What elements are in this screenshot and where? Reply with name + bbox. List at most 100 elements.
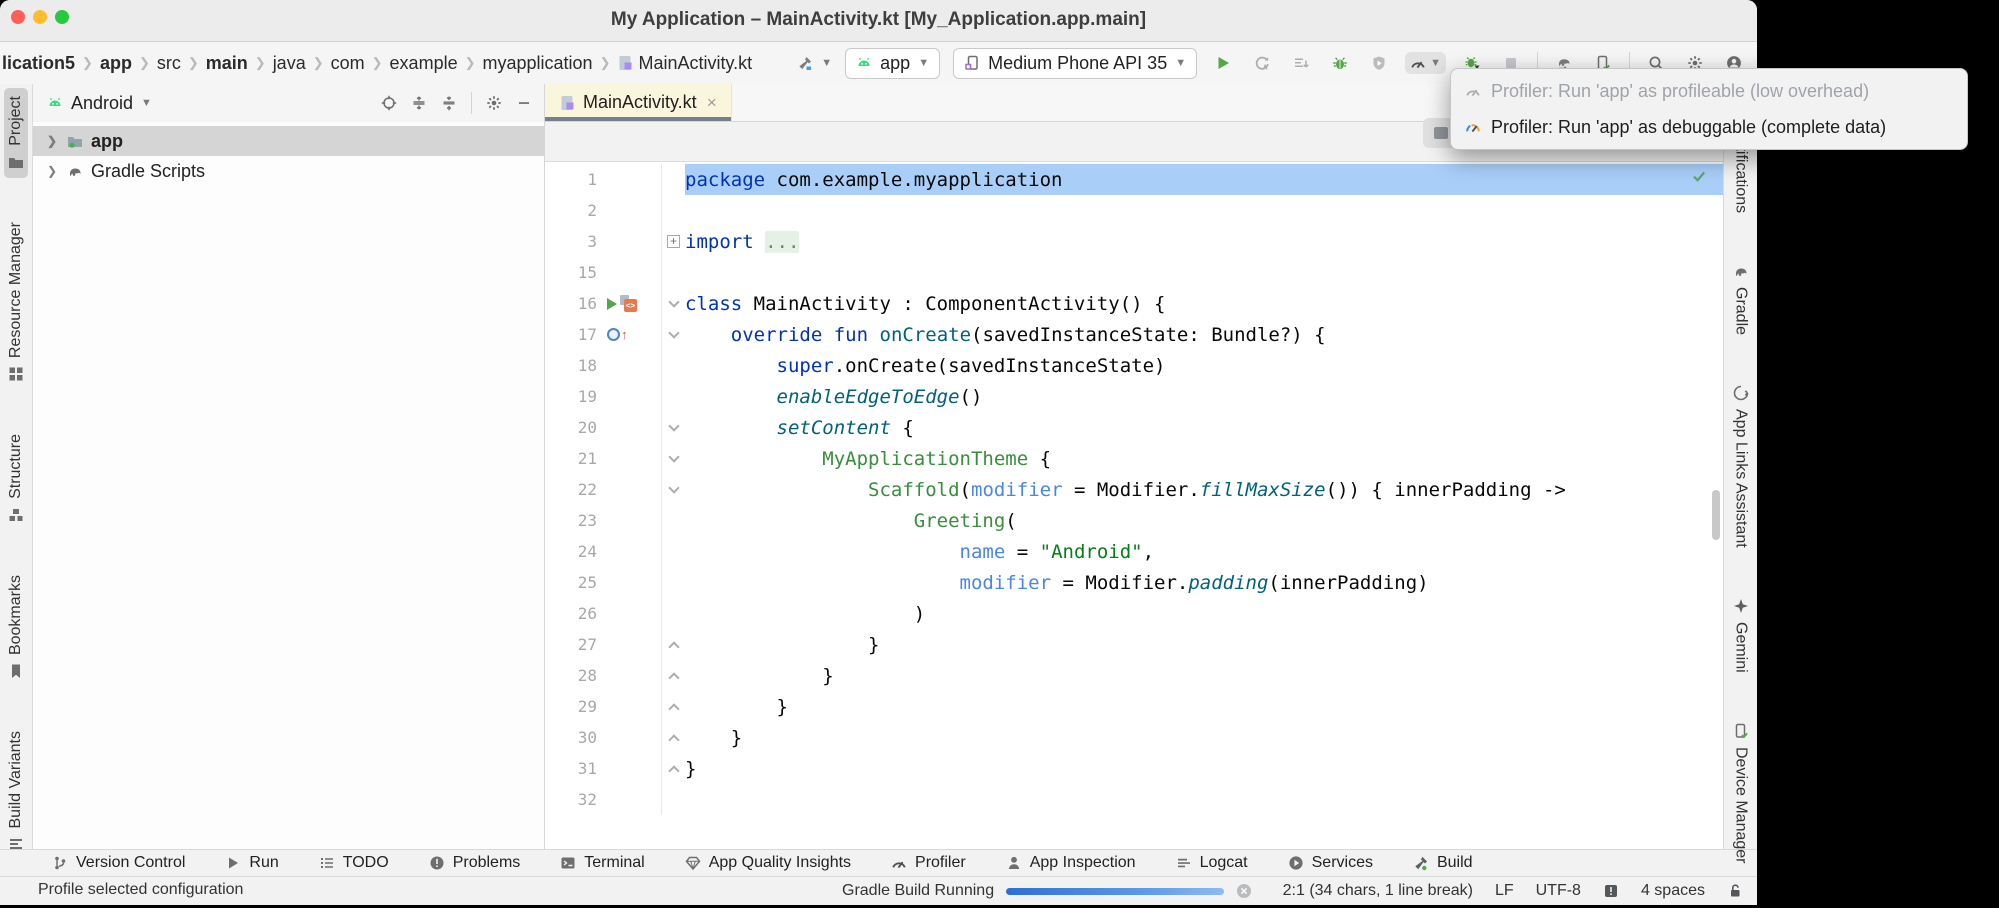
fold-marker-icon[interactable] <box>668 734 679 745</box>
apply-code-changes-button[interactable] <box>1288 50 1314 76</box>
breadcrumb-item-com[interactable]: com <box>331 53 365 74</box>
tool-window-button-logcat[interactable]: Logcat <box>1176 854 1248 872</box>
breadcrumb-item-lication5[interactable]: lication5 <box>2 53 75 74</box>
device-select[interactable]: Medium Phone API 35 ▼ <box>953 48 1197 79</box>
fold-marker-icon[interactable] <box>668 327 679 338</box>
menu-item-profiler-profileable[interactable]: Profiler: Run 'app' as profileable (low … <box>1451 73 1967 109</box>
profiler-button[interactable]: ▼ <box>1405 52 1446 74</box>
breadcrumb-item-app[interactable]: app <box>100 53 132 74</box>
breadcrumb-item-myapplication[interactable]: myapplication <box>483 53 593 74</box>
code-text[interactable]: } <box>685 660 1723 691</box>
run-main-icon[interactable] <box>607 298 617 310</box>
tool-strip-button-project[interactable]: Project <box>4 88 28 178</box>
tab-mainactivity[interactable]: MainActivity.kt × <box>545 84 732 121</box>
build-project-button[interactable]: ▼ <box>792 50 832 76</box>
locate-file-button[interactable] <box>381 95 397 111</box>
variants-icon <box>8 836 24 852</box>
fold-marker-icon[interactable]: + <box>667 235 680 248</box>
code-text[interactable] <box>685 784 1723 815</box>
tool-window-button-problems[interactable]: Problems <box>429 854 521 872</box>
code-text[interactable]: import ... <box>685 226 1723 257</box>
cancel-task-button[interactable] <box>1236 883 1252 899</box>
code-text[interactable]: MyApplicationTheme { <box>685 443 1723 474</box>
code-text[interactable]: setContent { <box>685 412 1723 443</box>
code-token <box>685 479 868 501</box>
tool-strip-button-build-variants[interactable]: Build Variants <box>4 723 28 861</box>
fold-marker-icon[interactable] <box>668 641 679 652</box>
inspection-ok-icon[interactable] <box>1691 168 1707 184</box>
tool-strip-button-structure[interactable]: Structure <box>4 426 28 531</box>
notification-icon[interactable] <box>1603 883 1619 899</box>
expand-chevron-icon[interactable]: ❯ <box>47 164 59 178</box>
tool-strip-button-gemini[interactable]: Gemini <box>1729 590 1753 681</box>
code-text[interactable]: name = "Android", <box>685 536 1723 567</box>
tool-window-button-run[interactable]: Run <box>225 854 278 872</box>
code-text[interactable]: ) <box>685 598 1723 629</box>
code-text[interactable] <box>685 195 1723 226</box>
indent-widget[interactable]: 4 spaces <box>1641 882 1705 900</box>
caret-position-widget[interactable]: 2:1 (34 chars, 1 line break) <box>1283 882 1473 900</box>
line-separator-widget[interactable]: LF <box>1495 882 1514 900</box>
run-button[interactable] <box>1210 50 1236 76</box>
tool-window-button-app-quality-insights[interactable]: App Quality Insights <box>685 854 851 872</box>
expand-all-button[interactable] <box>411 95 427 111</box>
apply-changes-button[interactable] <box>1249 50 1275 76</box>
code-text[interactable] <box>685 257 1723 288</box>
hide-panel-button[interactable] <box>516 95 532 111</box>
tool-window-button-version-control[interactable]: Version Control <box>52 854 185 872</box>
code-text[interactable]: override fun onCreate(savedInstanceState… <box>685 319 1723 350</box>
menu-item-profiler-debuggable[interactable]: Profiler: Run 'app' as debuggable (compl… <box>1451 109 1967 145</box>
fold-marker-icon[interactable] <box>668 765 679 776</box>
tool-window-button-build[interactable]: Build <box>1413 854 1473 872</box>
run-with-coverage-button[interactable] <box>1366 50 1392 76</box>
code-text[interactable]: Greeting( <box>685 505 1723 536</box>
code-text[interactable]: class MainActivity : ComponentActivity()… <box>685 288 1723 319</box>
tool-strip-button-device-manager[interactable]: Device Manager <box>1729 715 1753 872</box>
breadcrumb-item-src[interactable]: src <box>157 53 181 74</box>
code-text[interactable]: modifier = Modifier.padding(innerPadding… <box>685 567 1723 598</box>
code-text[interactable]: } <box>685 722 1723 753</box>
breadcrumb-item-example[interactable]: example <box>390 53 458 74</box>
fold-marker-icon[interactable] <box>668 296 679 307</box>
code-token: setContent <box>777 417 891 439</box>
fold-marker-icon[interactable] <box>668 420 679 431</box>
fold-marker-icon[interactable] <box>668 482 679 493</box>
close-tab-icon[interactable]: × <box>707 93 717 113</box>
fold-marker-icon[interactable] <box>668 672 679 683</box>
project-view-select[interactable]: Android <box>71 93 133 114</box>
breadcrumb-label: java <box>273 53 306 74</box>
code-area[interactable]: 1package com.example.myapplication23+imp… <box>545 162 1723 849</box>
code-text[interactable]: } <box>685 629 1723 660</box>
collapse-all-button[interactable] <box>441 95 457 111</box>
run-configuration-select[interactable]: app ▼ <box>845 48 940 79</box>
tool-window-button-profiler[interactable]: Profiler <box>891 854 966 872</box>
tool-window-button-services[interactable]: Services <box>1288 854 1373 872</box>
expand-chevron-icon[interactable]: ❯ <box>47 134 59 148</box>
debug-button[interactable] <box>1327 50 1353 76</box>
tool-strip-button-gradle[interactable]: Gradle <box>1729 255 1753 343</box>
fold-marker-icon[interactable] <box>668 703 679 714</box>
editor-scrollbar-thumb[interactable] <box>1712 490 1720 540</box>
code-text[interactable]: } <box>685 691 1723 722</box>
fold-marker-icon[interactable] <box>668 451 679 462</box>
tree-item-app[interactable]: ❯app <box>33 126 544 156</box>
code-text[interactable]: enableEdgeToEdge() <box>685 381 1723 412</box>
tree-item-gradle-scripts[interactable]: ❯Gradle Scripts <box>33 156 544 186</box>
breadcrumb-item-java[interactable]: java <box>273 53 306 74</box>
lock-icon[interactable] <box>1727 883 1743 899</box>
panel-options-button[interactable] <box>486 95 502 111</box>
breadcrumb-item-mainactivity-kt[interactable]: MainActivity.kt <box>617 53 752 74</box>
code-text[interactable]: Scaffold(modifier = Modifier.fillMaxSize… <box>685 474 1723 505</box>
encoding-widget[interactable]: UTF-8 <box>1536 882 1581 900</box>
tool-strip-button-resource-manager[interactable]: Resource Manager <box>4 214 28 390</box>
code-text[interactable]: super.onCreate(savedInstanceState) <box>685 350 1723 381</box>
tool-window-button-todo[interactable]: TODO <box>319 854 389 872</box>
breadcrumb-item-main[interactable]: main <box>206 53 248 74</box>
code-text[interactable]: package com.example.myapplication <box>685 164 1723 195</box>
code-text[interactable]: } <box>685 753 1723 784</box>
left-tool-strip: Project Resource Manager Structure Bookmark… <box>0 84 33 849</box>
tool-window-button-app-inspection[interactable]: App Inspection <box>1006 854 1136 872</box>
tool-window-button-terminal[interactable]: Terminal <box>560 854 644 872</box>
tool-strip-button-app-links-assistant[interactable]: App Links Assistant <box>1729 377 1753 556</box>
tool-strip-button-bookmarks[interactable]: Bookmarks <box>4 567 28 687</box>
